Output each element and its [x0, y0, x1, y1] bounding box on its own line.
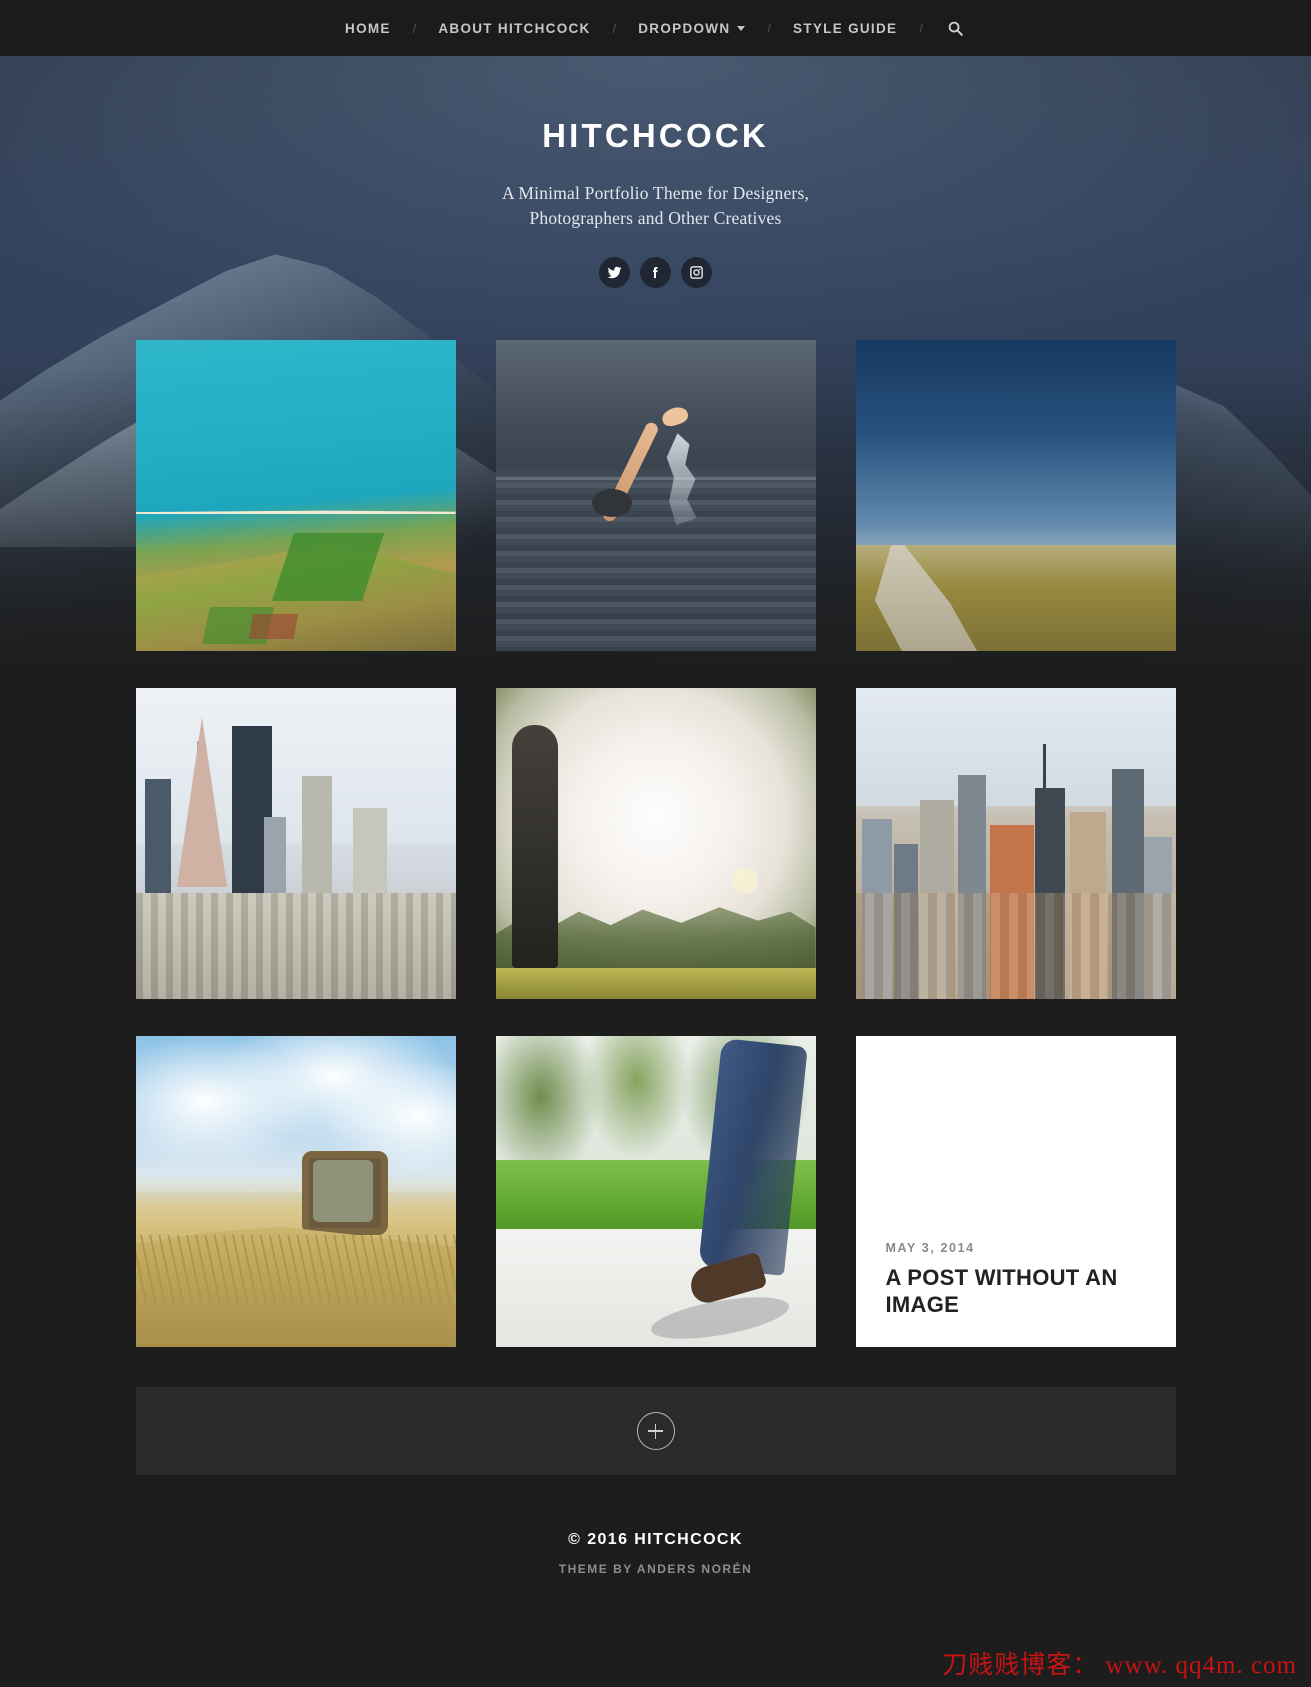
- portfolio-grid: MAY 3, 2014 A POST WITHOUT AN IMAGE: [135, 340, 1176, 1347]
- hero-content: HITCHCOCK A Minimal Portfolio Theme for …: [0, 55, 1311, 288]
- lens-flare: [732, 868, 759, 895]
- post-date: MAY 3, 2014: [885, 1240, 975, 1255]
- load-more-button[interactable]: [135, 1387, 1176, 1475]
- instagram-icon: [690, 266, 703, 279]
- social-link-instagram[interactable]: [681, 256, 712, 288]
- facebook-icon: [653, 266, 658, 278]
- grid-item-post-without-image[interactable]: MAY 3, 2014 A POST WITHOUT AN IMAGE: [855, 1036, 1176, 1347]
- social-link-facebook[interactable]: [640, 256, 671, 288]
- photo-country-road-field: [855, 340, 1176, 651]
- chevron-down-icon: [737, 25, 746, 31]
- shoreline-shape: [135, 510, 456, 515]
- footer-copyright: © 2016 HITCHCOCK: [568, 1531, 743, 1548]
- grid-item-swimmer-in-lake[interactable]: [495, 340, 816, 651]
- nav-separator: /: [412, 20, 417, 36]
- nav-separator: /: [612, 20, 617, 36]
- grass-blades: [135, 1235, 456, 1304]
- nav-list: HOME / ABOUT HITCHCOCK / DROPDOWN / STYL…: [339, 20, 972, 37]
- field-shape: [248, 613, 298, 639]
- watermark-text: 刀贱贱博客： www. qq4m. com: [942, 1652, 1297, 1679]
- search-icon: [948, 21, 963, 36]
- nav-item-about-hitchcock[interactable]: ABOUT HITCHCOCK: [432, 21, 596, 36]
- swimmer-head: [591, 489, 632, 518]
- photo-person-in-sunlight: [495, 688, 816, 999]
- grid-item-walking-feet-on-path[interactable]: [495, 1036, 816, 1347]
- site-title: HITCHCOCK: [542, 117, 769, 154]
- site-tagline-line-2: Photographers and Other Creatives: [529, 208, 782, 229]
- grid-item-person-in-sunlight[interactable]: [495, 688, 816, 999]
- photo-old-tv-in-dune: [135, 1036, 456, 1347]
- swimmer-hand: [659, 404, 690, 430]
- social-links: [0, 256, 1311, 288]
- person-silhouette: [511, 725, 558, 968]
- grid-item-new-york-skyline[interactable]: [855, 688, 1176, 999]
- nav-item-home[interactable]: HOME: [339, 21, 397, 36]
- nav-item-dropdown-label: DROPDOWN: [638, 20, 731, 36]
- photo-new-york-skyline: [855, 688, 1176, 999]
- site-footer: © 2016 HITCHCOCK THEME BY ANDERS NORÉN: [0, 1531, 1311, 1576]
- grid-item-san-francisco-skyline[interactable]: [135, 688, 456, 999]
- nav-item-dropdown[interactable]: DROPDOWN: [632, 21, 751, 36]
- horizon-line: [495, 476, 816, 480]
- photo-walking-feet-on-path: [495, 1036, 816, 1347]
- top-navigation-bar: HOME / ABOUT HITCHCOCK / DROPDOWN / STYL…: [0, 0, 1311, 56]
- building: [145, 779, 172, 900]
- cityscape-foreground: [855, 893, 1176, 999]
- footer-theme-credit: THEME BY ANDERS NORÉN: [558, 1562, 753, 1576]
- nav-separator: /: [919, 20, 923, 36]
- photo-aerial-coastline: [135, 340, 456, 651]
- transamerica-pyramid: [177, 717, 228, 888]
- grid-item-aerial-coastline[interactable]: [135, 340, 456, 651]
- cityscape-foreground: [135, 893, 456, 999]
- post-title: A POST WITHOUT AN IMAGE: [885, 1264, 1118, 1318]
- photo-swimmer-in-lake: [495, 340, 816, 651]
- nav-item-style-guide[interactable]: STYLE GUIDE: [787, 21, 903, 36]
- site-tagline-line-1: A Minimal Portfolio Theme for Designers,: [501, 183, 810, 203]
- twitter-icon: [607, 266, 622, 278]
- nav-separator: /: [767, 20, 772, 36]
- antenna: [1042, 743, 1046, 788]
- social-link-twitter[interactable]: [599, 256, 630, 288]
- site-tagline: A Minimal Portfolio Theme for Designers,…: [0, 181, 1311, 232]
- grid-item-country-road-field[interactable]: [855, 340, 1176, 651]
- water-surface: [495, 483, 816, 651]
- building: [301, 775, 332, 906]
- grass-foreground: [495, 967, 816, 999]
- television-screen: [313, 1160, 374, 1223]
- plus-icon: [636, 1412, 675, 1450]
- search-button[interactable]: [939, 20, 972, 37]
- clouds: [135, 1036, 456, 1192]
- photo-san-francisco-skyline: [135, 688, 456, 999]
- grid-item-old-tv-in-dune[interactable]: [135, 1036, 456, 1347]
